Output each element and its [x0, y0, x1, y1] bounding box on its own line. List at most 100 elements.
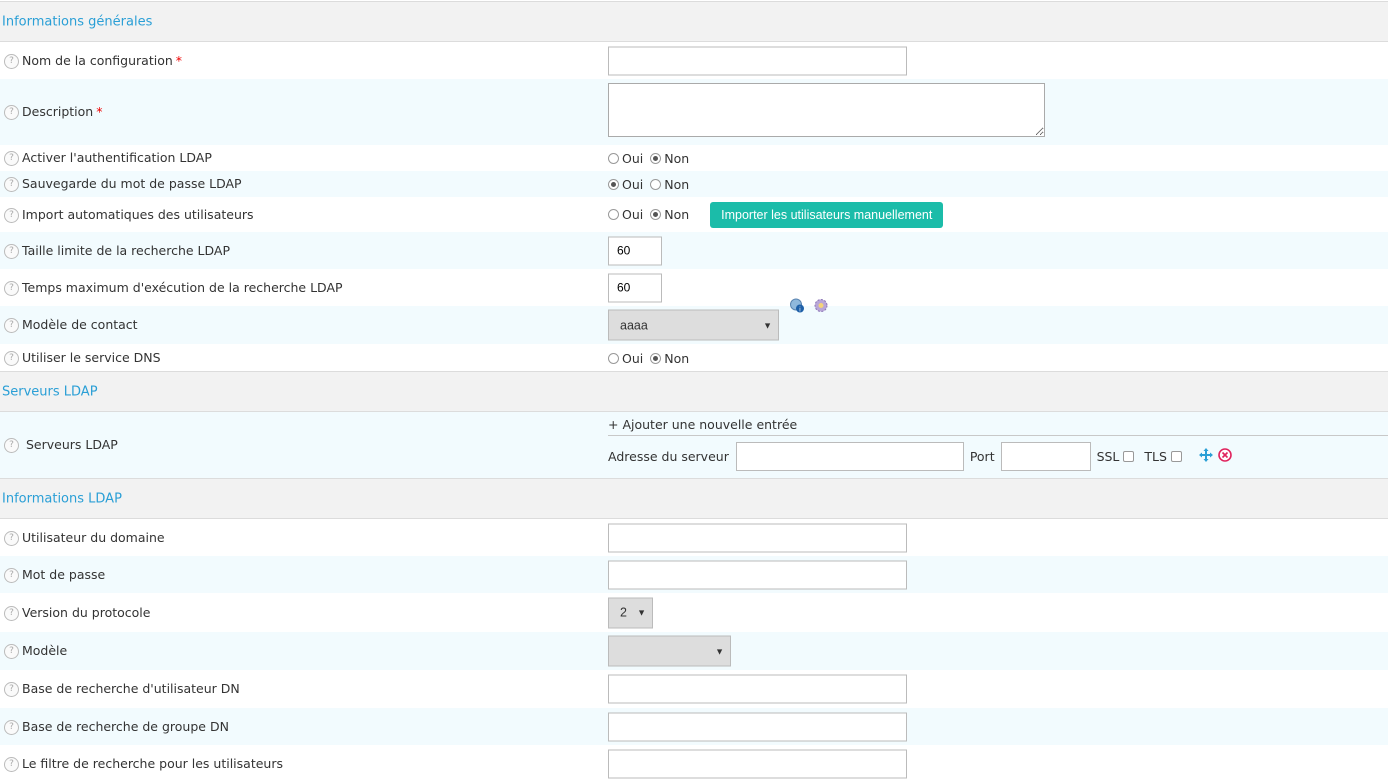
ssl-checkbox[interactable] — [1123, 451, 1135, 462]
help-icon[interactable]: ? — [4, 318, 19, 333]
field-label: Le filtre de recherche pour les utilisat… — [22, 755, 283, 771]
help-icon[interactable]: ? — [4, 105, 19, 120]
row-protocol: ? Version du protocole 2 ▼ — [0, 593, 1388, 632]
section-header-general: Informations générales — [0, 1, 1388, 42]
server-address-input[interactable] — [735, 442, 964, 471]
field-label: Version du protocole — [22, 604, 151, 620]
section-title: Informations générales — [2, 14, 153, 29]
contact-template-select[interactable]: aaaa ▼ — [608, 309, 779, 341]
help-icon[interactable]: ? — [4, 719, 19, 735]
row-password: ? Mot de passe — [0, 556, 1388, 593]
select-value: aaaa — [620, 318, 648, 332]
section-header-ldap-info: Informations LDAP — [0, 478, 1388, 519]
help-icon[interactable]: ? — [4, 438, 19, 453]
chevron-down-icon: ▼ — [637, 607, 646, 618]
field-label: Modèle de contact — [22, 317, 138, 332]
port-label: Port — [969, 449, 995, 464]
port-input[interactable] — [1000, 442, 1091, 471]
radio-yes-label: Oui — [622, 151, 644, 166]
help-icon[interactable]: ? — [4, 530, 19, 546]
radio-no[interactable] — [650, 179, 662, 190]
help-icon[interactable]: ? — [4, 151, 19, 166]
row-model: ? Modèle ▼ — [0, 632, 1388, 670]
radio-yes-label: Oui — [622, 177, 644, 192]
row-config-name: ? Nom de la configuration * — [0, 42, 1388, 79]
radio-yes[interactable] — [608, 153, 619, 164]
section-header-servers: Serveurs LDAP — [0, 371, 1388, 412]
radio-no-label: Non — [664, 207, 690, 222]
help-icon[interactable]: ? — [4, 280, 19, 296]
help-icon[interactable]: ? — [4, 53, 19, 69]
field-label: Utilisateur du domaine — [22, 529, 165, 545]
field-label: Sauvegarde du mot de passe LDAP — [22, 176, 242, 191]
group-base-dn-input[interactable] — [608, 712, 907, 741]
select-value: 2 — [620, 605, 627, 620]
chevron-down-icon: ▼ — [715, 646, 724, 656]
help-icon[interactable]: ? — [4, 682, 19, 697]
settings-gear-icon[interactable] — [813, 298, 829, 317]
protocol-version-select[interactable]: 2 ▼ — [608, 597, 653, 628]
server-entry: Adresse du serveur Port SSL TLS — [608, 442, 1232, 471]
row-size-limit: ? Taille limite de la recherche LDAP — [0, 232, 1388, 269]
tls-checkbox[interactable] — [1170, 451, 1182, 462]
help-icon[interactable]: ? — [4, 207, 19, 223]
help-icon[interactable]: ? — [4, 177, 19, 192]
move-icon[interactable] — [1198, 447, 1214, 466]
row-contact-template: ? Modèle de contact aaaa ▼ i — [0, 298, 1388, 344]
radio-no-label: Non — [664, 350, 690, 366]
section-title: Serveurs LDAP — [2, 384, 98, 399]
server-address-label: Adresse du serveur — [608, 449, 729, 464]
import-users-button[interactable]: Importer les utilisateurs manuellement — [710, 201, 944, 228]
row-user-filter: ? Le filtre de recherche pour les utilisa… — [0, 745, 1388, 782]
row-max-time: ? Temps maximum d'exécution de la recherc… — [0, 269, 1388, 306]
radio-yes[interactable] — [608, 352, 619, 364]
radio-no[interactable] — [650, 352, 662, 364]
radio-yes[interactable] — [608, 209, 619, 220]
user-base-dn-input[interactable] — [608, 674, 907, 704]
server-entry-divider — [608, 435, 1388, 436]
add-entry-link[interactable]: + Ajouter une nouvelle entrée — [608, 417, 797, 432]
delete-icon[interactable] — [1218, 448, 1232, 465]
row-auto-import: ? Import automatiques des utilisateurs Ou… — [0, 197, 1388, 232]
info-gear-icon[interactable]: i — [789, 298, 805, 317]
radio-yes[interactable] — [608, 179, 619, 190]
radio-no[interactable] — [650, 209, 662, 220]
radio-no-label: Non — [664, 151, 690, 166]
field-label: Taille limite de la recherche LDAP — [22, 242, 230, 258]
ssl-label: SSL — [1096, 449, 1120, 464]
help-icon[interactable]: ? — [4, 350, 19, 366]
required-marker: * — [175, 52, 183, 68]
field-label: Serveurs LDAP — [25, 437, 118, 452]
chevron-down-icon: ▼ — [763, 320, 772, 330]
field-label: Import automatiques des utilisateurs — [22, 206, 254, 222]
row-dns: ? Utiliser le service DNS Oui Non — [0, 344, 1388, 371]
radio-no[interactable] — [650, 153, 662, 164]
help-icon[interactable]: ? — [4, 605, 19, 621]
section-title: Informations LDAP — [2, 491, 122, 506]
help-icon[interactable]: ? — [4, 756, 19, 772]
domain-user-input[interactable] — [608, 523, 907, 552]
field-label: Description — [22, 104, 94, 119]
size-limit-input[interactable] — [608, 236, 662, 265]
password-input[interactable] — [608, 560, 907, 589]
row-user-base-dn: ? Base de recherche d'utilisateur DN — [0, 670, 1388, 708]
row-group-base-dn: ? Base de recherche de groupe DN — [0, 708, 1388, 745]
field-label: Temps maximum d'exécution de la recherch… — [22, 279, 343, 295]
description-textarea[interactable] — [608, 83, 1045, 137]
help-icon[interactable]: ? — [4, 567, 19, 583]
field-label: Base de recherche d'utilisateur DN — [22, 681, 240, 696]
config-name-input[interactable] — [608, 46, 907, 75]
radio-no-label: Non — [664, 177, 690, 192]
help-icon[interactable]: ? — [4, 644, 19, 659]
help-icon[interactable]: ? — [4, 243, 19, 259]
field-label: Base de recherche de groupe DN — [22, 718, 229, 734]
model-select[interactable]: ▼ — [608, 635, 731, 667]
max-time-input[interactable] — [608, 273, 662, 302]
radio-yes-label: Oui — [622, 350, 644, 366]
radio-yes-label: Oui — [622, 207, 644, 222]
row-ldap-servers: ? Serveurs LDAP + Ajouter une nouvelle e… — [0, 412, 1388, 478]
field-label: Nom de la configuration — [22, 52, 173, 68]
field-label: Modèle — [22, 643, 68, 658]
field-label: Utiliser le service DNS — [22, 349, 161, 365]
user-filter-input[interactable] — [608, 749, 907, 778]
